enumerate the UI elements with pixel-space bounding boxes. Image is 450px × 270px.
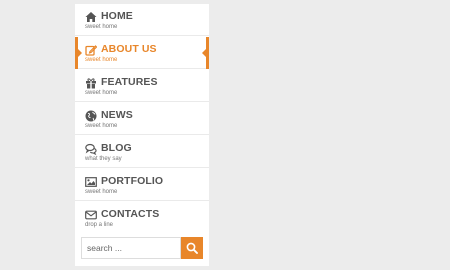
menu-item-label: CONTACTS	[101, 208, 160, 220]
search-icon	[186, 242, 198, 254]
menu-item-home[interactable]: HOME sweet home	[75, 4, 209, 36]
globe-icon	[85, 110, 97, 122]
menu-item-label: FEATURES	[101, 76, 158, 88]
menu-item-label: PORTFOLIO	[101, 175, 164, 187]
menu-item-portfolio[interactable]: PORTFOLIO sweet home	[75, 169, 209, 201]
search-input[interactable]	[81, 237, 181, 259]
gift-icon	[85, 77, 97, 89]
active-arrow-left	[78, 49, 82, 57]
menu-item-subtitle: drop a line	[85, 222, 114, 228]
edit-icon	[85, 44, 97, 56]
menu-item-contacts[interactable]: CONTACTS drop a line	[75, 202, 209, 234]
menu-item-label: NEWS	[101, 109, 133, 121]
menu-item-subtitle: sweet home	[85, 123, 118, 129]
menu-item-subtitle: sweet home	[85, 24, 118, 30]
menu-item-subtitle: sweet home	[85, 189, 118, 195]
menu-item-features[interactable]: FEATURES sweet home	[75, 70, 209, 102]
menu-item-about-us[interactable]: ABOUT US sweet home	[75, 37, 209, 69]
active-indicator-right	[206, 37, 209, 69]
menu-item-subtitle: what they say	[85, 156, 122, 162]
picture-icon	[85, 176, 97, 188]
sidebar-menu: HOME sweet home ABOUT US sweet home FEAT…	[75, 4, 209, 266]
menu-item-label: ABOUT US	[101, 43, 157, 55]
menu-item-label: HOME	[101, 10, 133, 22]
home-icon	[85, 11, 97, 23]
menu-item-subtitle: sweet home	[85, 90, 118, 96]
search-button[interactable]	[181, 237, 203, 259]
menu-item-label: BLOG	[101, 142, 132, 154]
active-arrow-right	[202, 49, 206, 57]
menu-item-blog[interactable]: BLOG what they say	[75, 136, 209, 168]
menu-item-subtitle: sweet home	[85, 57, 118, 63]
menu-item-news[interactable]: NEWS sweet home	[75, 103, 209, 135]
envelope-icon	[85, 209, 97, 221]
comments-icon	[85, 143, 97, 155]
